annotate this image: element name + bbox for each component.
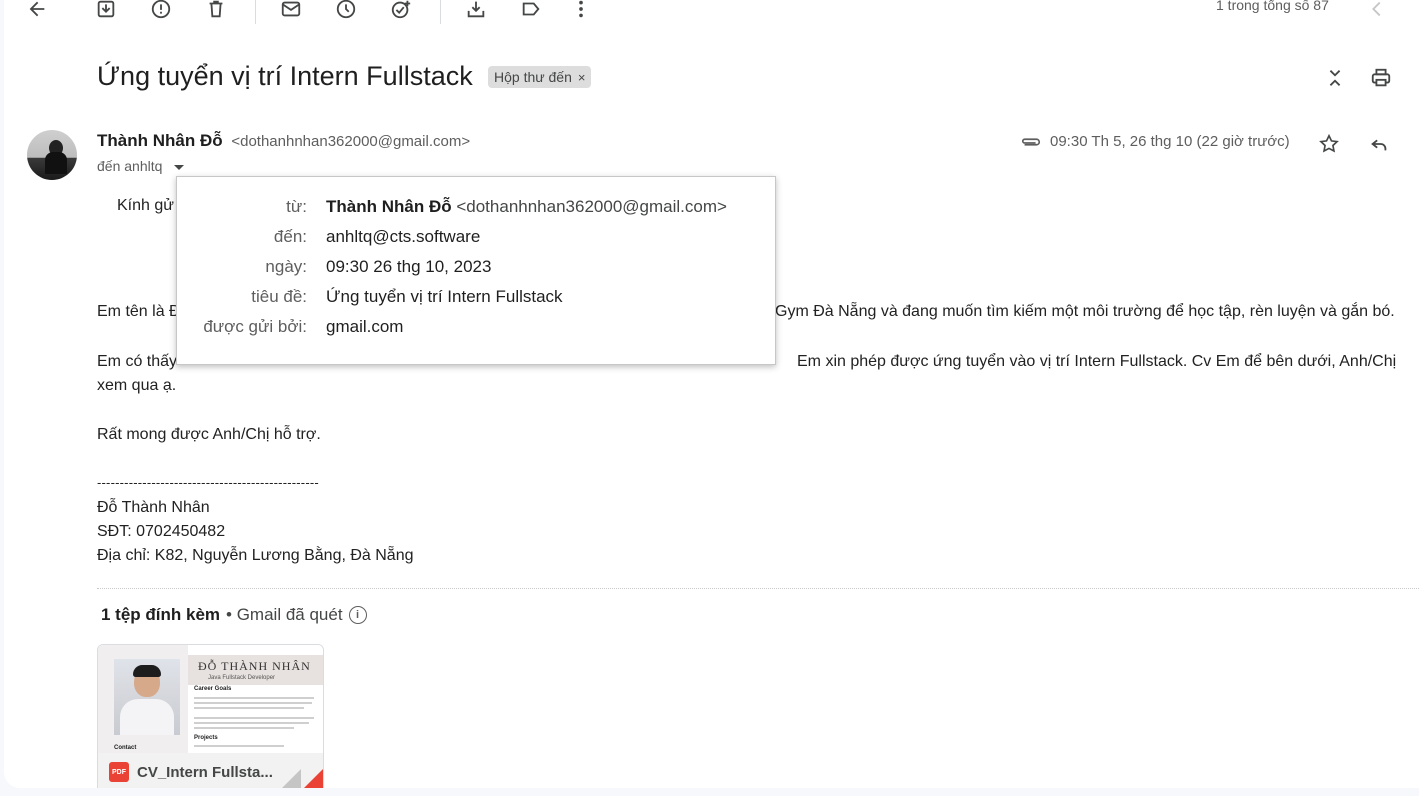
label-icon[interactable] xyxy=(520,0,542,20)
print-icon[interactable] xyxy=(1370,67,1392,89)
signature-name: Đỗ Thành Nhân xyxy=(97,499,210,516)
details-row-from: từ: Thành Nhân Đỗ <dothanhnhan362000@gma… xyxy=(177,197,775,227)
email-view-panel: 1 trong tổng số 87 Ứng tuyển vị trí Inte… xyxy=(4,0,1419,788)
details-value: 09:30 26 thg 10, 2023 xyxy=(326,257,492,276)
body-apply-line-2: xem qua ạ. xyxy=(97,377,177,394)
thumb-cv-name: ĐỖ THÀNH NHÂN xyxy=(198,659,311,673)
thumb-text-line xyxy=(194,745,284,747)
thumb-cv-heading-contact: Contact xyxy=(114,745,137,751)
body-apply-end: Em xin phép được ứng tuyển vào vị trí In… xyxy=(797,353,1397,370)
toolbar-divider xyxy=(255,0,256,24)
attachment-file-name: CV_Intern Fullsta... xyxy=(137,763,273,781)
attachment-corner-accent xyxy=(301,769,323,788)
thumb-text-line xyxy=(194,727,294,729)
attachments-count: 1 tệp đính kèm xyxy=(101,605,221,624)
star-icon[interactable] xyxy=(1318,133,1340,155)
email-subject: Ứng tuyển vị trí Intern Fullstack xyxy=(97,61,473,91)
body-apply-start: Em có thấy xyxy=(97,353,178,370)
thumb-text-line xyxy=(194,717,314,719)
details-value: Thành Nhân Đỗ <dothanhnhan362000@gmail.c… xyxy=(326,197,727,217)
attachment-thumbnail: ĐỖ THÀNH NHÂN Java Fullstack Developer C… xyxy=(98,645,323,753)
thumb-cv-role: Java Fullstack Developer xyxy=(208,675,276,681)
label-chip-inbox[interactable]: Hộp thư đến × xyxy=(488,66,592,88)
details-from-name: Thành Nhân Đỗ xyxy=(326,197,452,216)
details-value: gmail.com xyxy=(326,317,404,336)
collapse-all-icon[interactable] xyxy=(1324,67,1346,89)
details-key: từ: xyxy=(286,197,307,216)
body-greeting: Kính gử xyxy=(117,197,174,214)
details-row-mailed-by: được gửi bởi: gmail.com xyxy=(177,317,775,347)
details-from-email: <dothanhnhan362000@gmail.com> xyxy=(456,197,727,216)
details-value: Ứng tuyển vị trí Intern Fullstack xyxy=(326,287,563,306)
body-support: Rất mong được Anh/Chị hỗ trợ. xyxy=(97,426,321,443)
message-counter: 1 trong tổng số 87 xyxy=(1216,0,1329,13)
details-row-to: đến: anhltq@cts.software xyxy=(177,227,775,257)
thumb-text-line xyxy=(194,697,314,699)
details-key: được gửi bởi: xyxy=(203,317,307,336)
label-chip-text: Hộp thư đến xyxy=(494,69,572,85)
move-to-icon[interactable] xyxy=(465,0,487,20)
details-row-date: ngày: 09:30 26 thg 10, 2023 xyxy=(177,257,775,287)
pdf-file-icon: PDF xyxy=(109,762,129,782)
newer-chevron-icon[interactable] xyxy=(1366,0,1388,20)
body-intro-end: Gym Đà Nẵng và đang muốn tìm kiếm một mô… xyxy=(775,303,1395,320)
report-spam-icon[interactable] xyxy=(150,0,172,20)
sender-avatar[interactable] xyxy=(27,130,77,180)
details-key: đến: xyxy=(273,227,307,246)
thumb-text-line xyxy=(194,722,309,724)
recipient-summary: đến anhltq xyxy=(97,158,163,174)
mark-unread-icon[interactable] xyxy=(280,0,302,20)
signature-address: Địa chỉ: K82, Nguyễn Lương Bằng, Đà Nẵng xyxy=(97,547,414,564)
more-vert-icon[interactable] xyxy=(570,0,592,20)
attachments-divider xyxy=(97,588,1419,589)
thumb-profile-photo xyxy=(114,659,180,735)
signature-rule: ----------------------------------------… xyxy=(97,475,319,490)
thumb-cv-heading-projects: Projects xyxy=(194,735,218,741)
attachment-clip-icon xyxy=(1020,135,1042,149)
thumb-text-line xyxy=(194,707,304,709)
snooze-icon[interactable] xyxy=(335,0,357,20)
back-arrow-icon[interactable] xyxy=(26,0,48,20)
attachments-scan-status: • Gmail đã quét xyxy=(226,605,343,624)
info-icon[interactable]: i xyxy=(348,606,367,624)
message-details-popup: từ: Thành Nhân Đỗ <dothanhnhan362000@gma… xyxy=(176,176,776,365)
attachment-card[interactable]: ĐỖ THÀNH NHÂN Java Fullstack Developer C… xyxy=(97,644,324,788)
archive-icon[interactable] xyxy=(95,0,117,20)
details-value: anhltq@cts.software xyxy=(326,227,481,246)
add-task-icon[interactable] xyxy=(390,0,412,20)
remove-label-icon[interactable]: × xyxy=(578,70,586,85)
thumb-cv-heading-goals: Career Goals xyxy=(194,686,232,692)
reply-icon[interactable] xyxy=(1368,133,1390,155)
toolbar-divider xyxy=(440,0,441,24)
message-timestamp[interactable]: 09:30 Th 5, 26 thg 10 (22 giờ trước) xyxy=(1050,133,1290,150)
sender-line: Thành Nhân Đỗ <dothanhnhan362000@gmail.c… xyxy=(97,131,470,151)
attachments-header: 1 tệp đính kèm • Gmail đã quét i xyxy=(101,605,367,625)
message-meta: 09:30 Th 5, 26 thg 10 (22 giờ trước) xyxy=(1020,133,1290,150)
attachment-corner-fold xyxy=(279,769,301,788)
signature-phone: SĐT: 0702450482 xyxy=(97,523,226,540)
delete-icon[interactable] xyxy=(205,0,227,20)
thumb-text-line xyxy=(194,702,312,704)
recipient-line: đến anhltq xyxy=(97,158,185,174)
sender-email: <dothanhnhan362000@gmail.com> xyxy=(231,133,471,150)
sender-name[interactable]: Thành Nhân Đỗ xyxy=(97,131,223,150)
details-key: ngày: xyxy=(265,257,307,276)
show-details-chevron-icon[interactable] xyxy=(174,164,185,170)
details-key: tiêu đề: xyxy=(251,287,307,306)
body-intro-start: Em tên là Đ xyxy=(97,303,181,320)
details-row-subject: tiêu đề: Ứng tuyển vị trí Intern Fullsta… xyxy=(177,287,775,317)
